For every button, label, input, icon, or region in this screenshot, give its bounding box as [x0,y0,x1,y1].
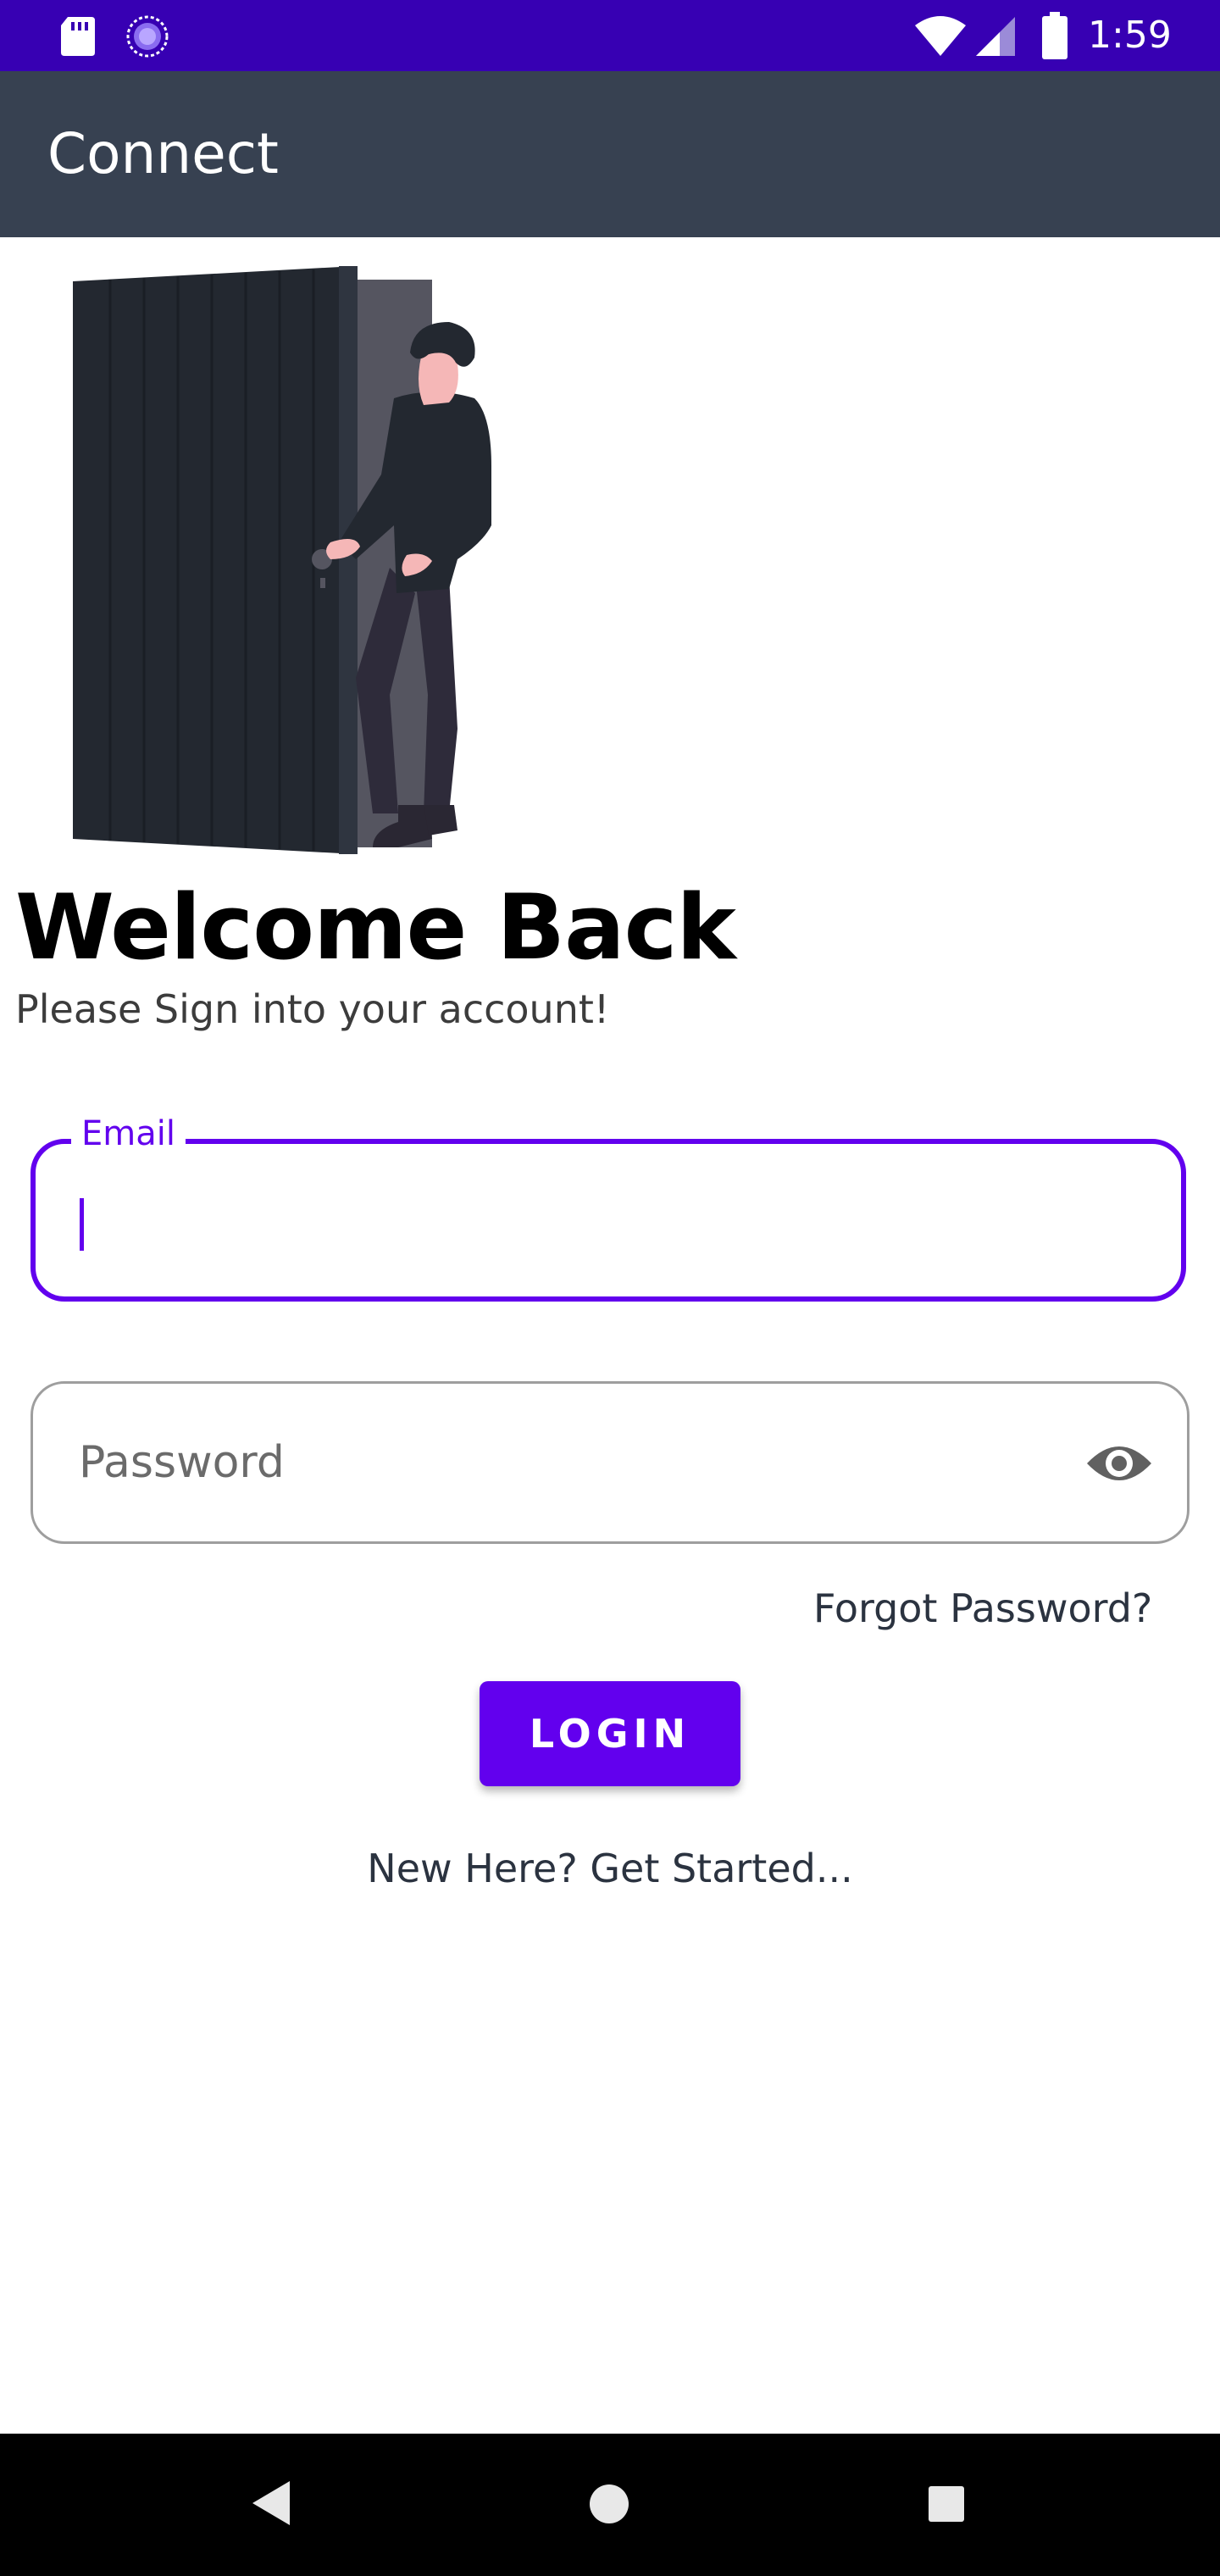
home-icon[interactable] [588,2483,630,2525]
battery-icon [1042,12,1068,59]
status-bar: 1:59 [0,0,1220,71]
password-field[interactable]: Password [30,1381,1190,1544]
app-title: Connect [47,121,279,186]
email-label: Email [71,1110,186,1158]
signup-link[interactable]: New Here? Get Started... [0,1840,1220,1896]
text-cursor [80,1198,84,1251]
signal-icon [976,17,1015,56]
clock: 1:59 [1088,14,1172,57]
welcome-heading: Welcome Back [15,875,736,980]
recents-icon[interactable] [927,2484,966,2523]
back-icon[interactable] [249,2478,293,2529]
forgot-password-link[interactable]: Forgot Password? [813,1581,1152,1635]
welcome-subtitle: Please Sign into your account! [15,986,610,1032]
person-at-door-illustration [73,266,491,854]
password-placeholder: Password [79,1437,285,1488]
sd-card-icon [61,17,95,56]
login-button[interactable]: LOGIN [480,1681,740,1786]
navigation-bar [0,2434,1220,2576]
sync-icon [126,15,169,58]
app-bar: Connect [0,71,1220,237]
wifi-icon [915,16,966,56]
eye-icon[interactable] [1085,1433,1153,1494]
email-field[interactable]: Email [30,1110,1186,1302]
login-screen: 1:59 Connect Welcome Back Please Sign in… [0,0,1220,2576]
